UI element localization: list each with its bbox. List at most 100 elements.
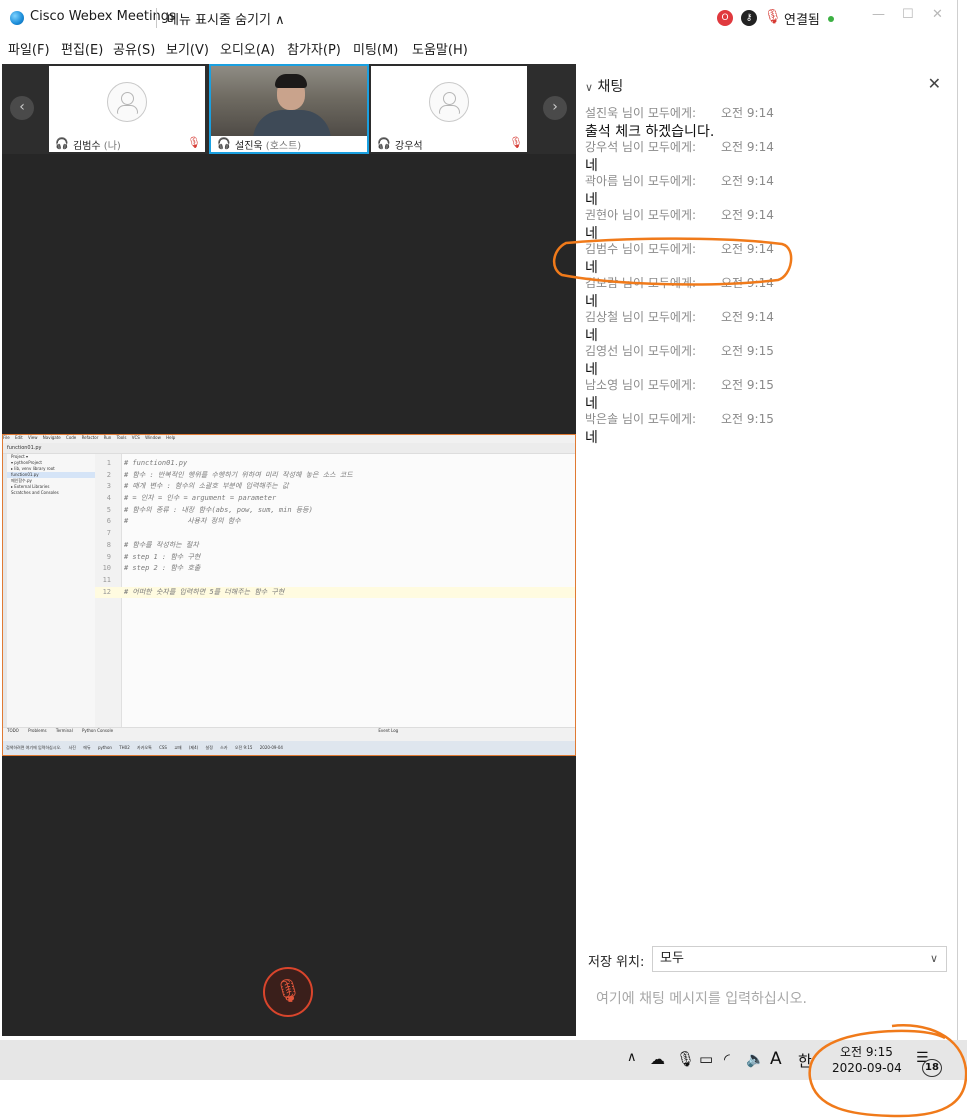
battery-icon[interactable]: ▭ <box>699 1050 713 1068</box>
chat-title: 채팅 <box>597 79 624 95</box>
menu-file[interactable]: 파일(F) <box>8 39 50 58</box>
language-indicator[interactable]: 한 <box>798 1050 812 1071</box>
strip-next-button[interactable]: › <box>543 96 567 120</box>
ime-mode[interactable]: A <box>770 1049 782 1069</box>
title-bar: Cisco Webex Meetings 메뉴 표시줄 숨기기 ∧ O ⚷ 🎙 … <box>0 0 957 36</box>
chat-message: 권현아 님이 모두에게: 오전 9:14 네 <box>585 206 945 242</box>
chat-message: 김보람 님이 모두에게: 오전 9:14 네 <box>585 274 945 310</box>
line-number: 10 <box>102 564 111 573</box>
code-text: # 사용자 정의 함수 <box>124 517 241 526</box>
record-icon[interactable]: O <box>717 10 733 26</box>
chat-input[interactable] <box>588 979 948 1019</box>
chat-time: 오전 9:14 <box>721 140 774 154</box>
participant-name: 설진욱 <box>235 141 263 152</box>
menu-help[interactable]: 도움말(H) <box>412 39 468 58</box>
code-line: 10 # step 2 : 함수 호출 <box>95 563 575 575</box>
wifi-icon[interactable]: ◜ <box>724 1050 730 1068</box>
chat-messages: 설진욱 님이 모두에게: 오전 9:14 출석 체크 하겠습니다. 강우석 님이 모두… <box>585 104 945 446</box>
code-line: 7 <box>95 528 575 540</box>
line-number: 2 <box>106 470 111 479</box>
close-icon[interactable]: ✕ <box>928 74 941 93</box>
ide-menu-bar: File Edit View Navigate Code Refactor Ru… <box>3 435 575 443</box>
participant-label: 🎧 김범수 (나) 🎙 <box>49 136 205 152</box>
line-number: 4 <box>106 494 111 503</box>
ide-menu-item: VCS <box>131 435 140 440</box>
chat-sender: 김상철 님이 모두에게: <box>585 310 697 324</box>
menu-audio[interactable]: 오디오(A) <box>220 39 275 58</box>
chat-message: 김범수 님이 모두에게: 오전 9:14 네 <box>585 240 945 276</box>
headset-icon: 🎧 <box>217 137 231 150</box>
shared-taskbar-item: python <box>97 745 112 750</box>
participant-tile-active[interactable]: 🎧 설진욱 (호스트) <box>209 64 369 154</box>
ide-code-editor: 1 # function01.py 2 # 함수 : 반복적인 행위를 수행하기 위하… <box>95 458 575 599</box>
code-line: 6 # 사용자 정의 함수 <box>95 516 575 528</box>
participant-label: 🎧 설진욱 (호스트) <box>211 136 367 152</box>
shared-taskbar-search: 검색하려면 여기에 입력하십시오. <box>6 745 62 750</box>
headset-icon: 🎧 <box>377 137 391 150</box>
participant-label: 🎧 강우석 🎙 <box>371 136 527 152</box>
shared-taskbar-item: 에듀 <box>83 745 91 750</box>
chevron-up-icon[interactable]: ∧ <box>627 1050 637 1065</box>
code-text: # 매개 변수 : 함수의 소괄호 부분에 입력해주는 값 <box>124 482 289 491</box>
shared-screen: File Edit View Navigate Code Refactor Ru… <box>2 434 576 756</box>
ide-menu-item: Code <box>66 435 77 440</box>
code-text: # 함수 : 반복적인 행위를 수행하기 위하여 미리 작성해 놓은 소스 코드 <box>124 470 353 479</box>
chat-sender: 박은솔 님이 모두에게: <box>585 412 697 426</box>
chat-time: 오전 9:14 <box>721 310 774 324</box>
menu-participants[interactable]: 참가자(P) <box>287 39 341 58</box>
ide-menu-item: View <box>28 435 38 440</box>
shared-taskbar-item: (제4) <box>188 745 199 750</box>
code-text: # = 인자 = 인수 = argument = parameter <box>124 494 277 503</box>
clock-date[interactable]: 2020-09-04 <box>832 1061 902 1075</box>
close-window-button[interactable]: ✕ <box>932 7 943 22</box>
menu-share[interactable]: 공유(S) <box>113 39 155 58</box>
ide-project-tree: Project ▾ ▾ pythonProject ▸ lib, venv li… <box>7 454 96 727</box>
ide-menu-item: Refactor <box>81 435 99 440</box>
chat-message: 김상철 님이 모두에게: 오전 9:14 네 <box>585 308 945 344</box>
recipient-select[interactable]: 모두 ∨ <box>652 946 947 972</box>
line-number: 8 <box>106 540 111 549</box>
avatar <box>107 82 147 122</box>
line-number: 1 <box>106 459 111 467</box>
cloud-icon[interactable]: ☁ <box>650 1050 665 1068</box>
participant-video <box>211 66 367 136</box>
ide-menu-item: Navigate <box>42 435 61 440</box>
shared-taskbar-item: CSS <box>159 745 167 750</box>
app-title: Cisco Webex Meetings <box>30 9 176 24</box>
shared-taskbar-item: 설정 <box>205 745 213 750</box>
hide-menu-bar-button[interactable]: 메뉴 표시줄 숨기기 ∧ <box>167 9 285 28</box>
shared-taskbar-item: 스카 <box>220 745 228 750</box>
chat-sender: 곽아름 님이 모두에게: <box>585 174 697 188</box>
headset-icon: 🎧 <box>55 137 69 150</box>
strip-prev-button[interactable]: ‹ <box>10 96 34 120</box>
chat-panel: ∨ 채팅 ✕ 설진욱 님이 모두에게: 오전 9:14 출석 체크 하겠습니다. 강우… <box>577 64 955 1036</box>
participant-tag: (호스트) <box>265 141 302 152</box>
participant-tile[interactable]: 🎧 김범수 (나) 🎙 <box>49 66 205 152</box>
menu-view[interactable]: 보기(V) <box>166 39 209 58</box>
chat-text: 네 <box>585 430 598 446</box>
chat-sender: 강우석 님이 모두에게: <box>585 140 697 154</box>
muted-mic-icon: 🎙 <box>187 136 201 149</box>
clock-time[interactable]: 오전 9:15 <box>840 1043 893 1060</box>
menu-meeting[interactable]: 미팅(M) <box>353 39 398 58</box>
chat-header[interactable]: ∨ 채팅 <box>585 76 623 96</box>
chat-time: 오전 9:14 <box>721 276 774 290</box>
minimize-button[interactable]: — <box>872 7 885 22</box>
line-number: 7 <box>106 529 111 538</box>
video-area: ‹ 🎧 김범수 (나) 🎙 🎧 설진욱 (호스트) 🎧 강우석 🎙 › File… <box>2 64 576 1036</box>
volume-icon[interactable]: 🔈 <box>746 1050 765 1068</box>
lock-icon[interactable]: ⚷ <box>741 10 757 26</box>
connected-dot-icon <box>828 16 834 22</box>
menu-edit[interactable]: 편집(E) <box>61 39 103 58</box>
chat-time: 오전 9:14 <box>721 208 774 222</box>
participant-tile[interactable]: 🎧 강우석 🎙 <box>371 66 527 152</box>
chat-time: 오전 9:14 <box>721 174 774 188</box>
maximize-button[interactable]: ☐ <box>902 7 914 22</box>
chat-message: 설진욱 님이 모두에게: 오전 9:14 출석 체크 하겠습니다. <box>585 104 945 140</box>
chat-time: 오전 9:15 <box>721 344 774 358</box>
mic-icon[interactable]: 🎙 <box>676 1050 695 1068</box>
muted-mic-icon: 🎙 <box>509 136 523 149</box>
chat-time: 오전 9:14 <box>721 242 774 256</box>
mute-button[interactable]: 🎙 <box>263 967 313 1017</box>
muted-mic-icon[interactable]: 🎙 <box>764 9 782 25</box>
